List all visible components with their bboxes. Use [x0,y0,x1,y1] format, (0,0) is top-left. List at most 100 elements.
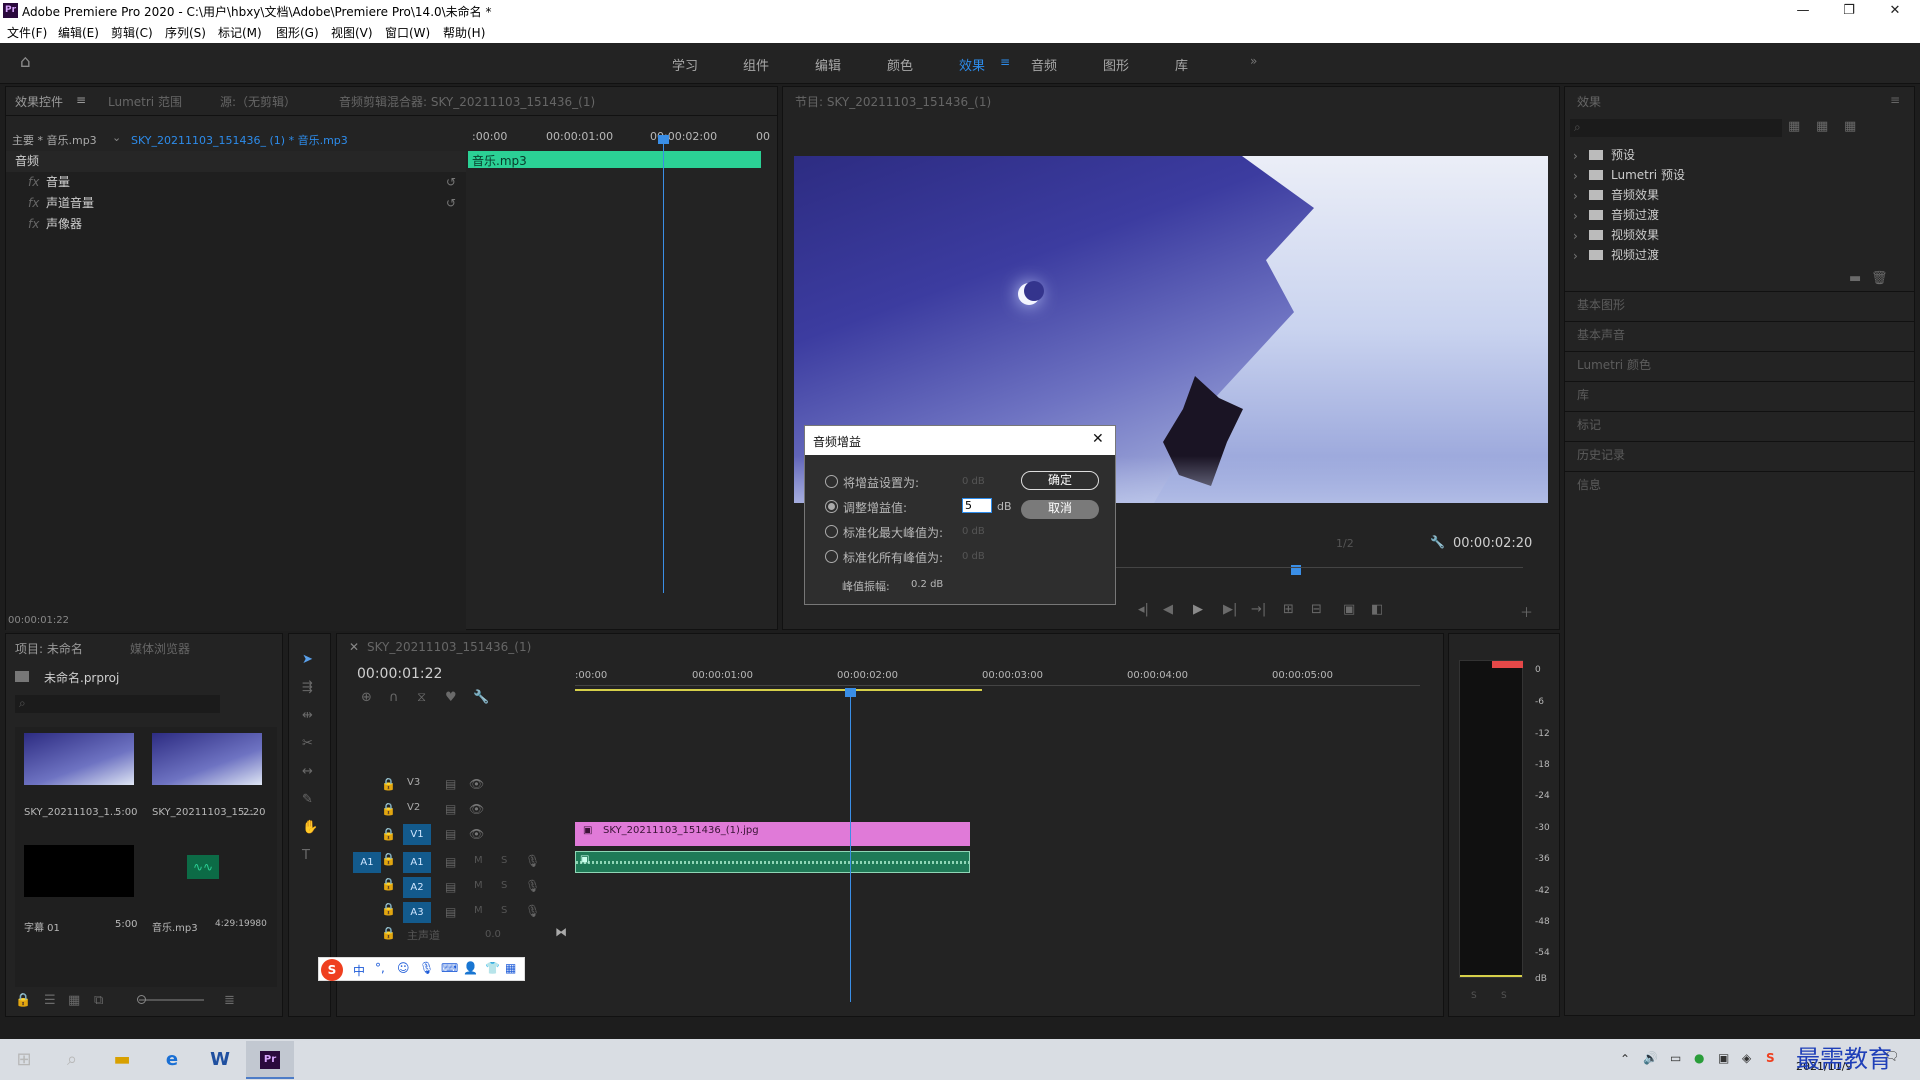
zoom-select[interactable]: 1/2 [1336,537,1354,550]
ws-tab-effects[interactable]: 效果 [959,55,985,74]
clip-thumbnail[interactable] [24,733,134,785]
effect-volume[interactable]: 音量 [6,172,466,193]
pen-tool-icon[interactable]: ✎ [302,792,313,807]
ok-button[interactable]: 确定 [1021,471,1099,490]
selection-tool-icon[interactable]: ➤ [302,652,313,667]
lock-icon[interactable]: 🔒 [381,852,396,866]
marker-icon[interactable]: ♥ [445,690,457,705]
user-icon[interactable]: 👤 [463,961,478,975]
skin-icon[interactable]: 👕 [485,961,500,975]
audio-waveform-icon[interactable]: ∿∿ [187,855,219,879]
radio-normalize-all[interactable] [825,550,838,563]
list-view-icon[interactable]: ☰ [44,993,56,1008]
eye-icon[interactable]: 👁 [469,802,484,816]
solo-right-button[interactable]: S [1501,991,1507,1001]
tree-item-lumetri-presets[interactable]: Lumetri 预设 [1571,165,1871,186]
tree-item-video-transitions[interactable]: 视频过渡 [1571,245,1871,266]
menu-marker[interactable]: 标记(M) [218,24,262,41]
tab-source[interactable]: 源:（无剪辑） [220,93,296,110]
accelerated-effects-icon[interactable]: ▦ [1788,119,1800,134]
solo-button[interactable]: S [501,855,507,866]
menu-sequence[interactable]: 序列(S) [165,24,206,41]
microphone-icon[interactable]: 🎙 [419,961,434,975]
timeline-ruler[interactable]: :00:00 00:00:01:00 00:00:02:00 00:00:03:… [575,670,1440,704]
dialog-close-icon[interactable]: ✕ [1092,431,1104,447]
ie-icon[interactable]: e [148,1043,196,1077]
close-tab-icon[interactable]: ✕ [349,640,359,654]
track-label-v1[interactable]: V1 [403,824,431,845]
add-button-icon[interactable]: ＋ [1520,602,1533,621]
work-area-bar[interactable] [575,689,982,691]
menu-view[interactable]: 视图(V) [331,24,373,41]
audio-clip-bar[interactable]: 音乐.mp3 [468,151,761,168]
punctuation-icon[interactable]: °, [375,961,385,975]
eye-icon[interactable]: 👁 [469,777,484,791]
lock-icon[interactable]: 🔒 [381,827,396,841]
tree-item-video-effects[interactable]: 视频效果 [1571,225,1871,246]
ws-tab-audio[interactable]: 音频 [1031,55,1057,74]
timeline-playhead[interactable] [850,694,851,1002]
type-tool-icon[interactable]: T [302,848,310,863]
ws-tab-editing[interactable]: 编辑 [815,55,841,74]
lift-icon[interactable]: ⊞ [1283,602,1294,617]
mute-button[interactable]: M [474,905,483,916]
emoji-icon[interactable]: ☺ [397,961,410,975]
title-thumbnail[interactable] [24,845,134,897]
ws-menu-icon[interactable]: ≡ [1000,55,1010,69]
microphone-icon[interactable]: 🎙 [525,904,540,918]
new-bin-icon[interactable]: ▬ [1849,271,1861,286]
chevron-right-icon[interactable]: › [1573,149,1578,163]
keyboard-icon[interactable]: ⌨ [441,961,458,975]
file-explorer-icon[interactable]: ▬ [98,1043,146,1077]
lock-icon[interactable]: 🔒 [381,902,396,916]
sync-lock-icon[interactable]: ▤ [445,905,456,919]
track-label-v2[interactable]: V2 [407,802,420,813]
tree-item-audio-transitions[interactable]: 音频过渡 [1571,205,1871,226]
ec-time-ruler[interactable]: :00:00 00:00:01:00 00:00:02:00 00 [472,127,772,145]
slip-tool-icon[interactable]: ↔ [302,764,313,779]
comparison-icon[interactable]: ◧ [1371,602,1383,617]
panel-info[interactable]: 信息 [1565,471,1914,497]
set-gain-value[interactable]: 0 dB [962,476,985,487]
timeline-playhead-handle[interactable] [845,688,856,697]
ime-mode[interactable]: 中 [353,962,365,979]
track-label-a3[interactable]: A3 [403,902,431,923]
project-search-input[interactable]: ⌕ [15,695,220,713]
mute-button[interactable]: M [474,855,483,866]
radio-set-gain[interactable] [825,475,838,488]
tree-item-presets[interactable]: 预设 [1571,145,1871,166]
sync-lock-icon[interactable]: ▤ [445,777,456,791]
reset-icon[interactable]: ↺ [446,175,456,189]
step-back-icon[interactable]: ◂| [1138,602,1149,617]
close-button[interactable]: ✕ [1872,0,1918,21]
cancel-button[interactable]: 取消 [1021,500,1099,519]
mute-button[interactable]: M [474,880,483,891]
hand-tool-icon[interactable]: ✋ [302,820,318,835]
timeline-tab[interactable]: SKY_20211103_151436_(1) [367,640,531,654]
notification-icon[interactable]: 🗨 [1884,1049,1899,1063]
volume-icon[interactable]: 🔊 [1643,1051,1658,1065]
sort-icon[interactable]: ≣ [224,993,235,1008]
timeline-timecode[interactable]: 00:00:01:22 [357,666,442,682]
effects-search-input[interactable]: ⌕ [1570,119,1782,137]
zoom-slider-handle[interactable] [137,995,146,1004]
solo-button[interactable]: S [501,880,507,891]
track-select-icon[interactable]: ⇶ [302,680,313,695]
more-workspaces-icon[interactable]: » [1250,54,1257,68]
video-clip[interactable]: SKY_20211103_151436_(1).jpg ▣ [575,822,970,846]
restore-button[interactable]: ❐ [1826,0,1872,21]
toolbox-icon[interactable]: ▦ [505,961,516,975]
menu-help[interactable]: 帮助(H) [443,24,485,41]
eye-icon[interactable]: 👁 [469,827,484,841]
icon-view-icon[interactable]: ▦ [68,993,80,1008]
ripple-edit-icon[interactable]: ⇹ [302,708,313,723]
solo-left-button[interactable]: S [1471,991,1477,1001]
razor-tool-icon[interactable]: ✂ [302,736,313,751]
chevron-right-icon[interactable]: › [1573,169,1578,183]
wrench-icon[interactable]: 🔧 [1430,535,1445,549]
next-frame-icon[interactable]: ▶| [1223,602,1237,617]
playhead-handle[interactable] [658,135,669,144]
playhead-line[interactable] [663,139,664,593]
track-label-a1[interactable]: A1 [403,852,431,873]
menu-clip[interactable]: 剪辑(C) [111,24,153,41]
